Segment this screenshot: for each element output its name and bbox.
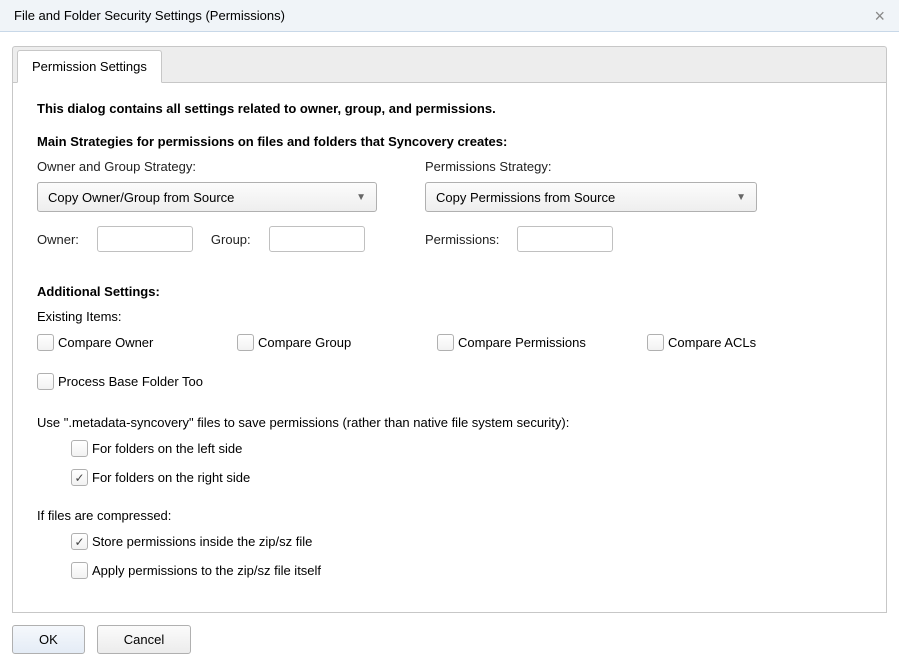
- metadata-options: For folders on the left side For folders…: [71, 440, 862, 486]
- checkbox-icon: [71, 440, 88, 457]
- compare-owner-checkbox[interactable]: Compare Owner: [37, 334, 197, 351]
- checkbox-label: Process Base Folder Too: [58, 374, 203, 389]
- group-label: Group:: [211, 232, 251, 247]
- owner-input[interactable]: [97, 226, 193, 252]
- content-wrap: Permission Settings This dialog contains…: [0, 32, 899, 662]
- folders-left-checkbox[interactable]: For folders on the left side: [71, 440, 242, 457]
- dialog-description: This dialog contains all settings relate…: [37, 101, 862, 116]
- existing-items-label: Existing Items:: [37, 309, 862, 324]
- compressed-intro: If files are compressed:: [37, 508, 862, 523]
- chevron-down-icon: ▼: [356, 192, 366, 203]
- compare-permissions-checkbox[interactable]: Compare Permissions: [437, 334, 607, 351]
- checkbox-label: Apply permissions to the zip/sz file its…: [92, 563, 321, 578]
- checkbox-icon: [237, 334, 254, 351]
- owner-group-strategy-dropdown[interactable]: Copy Owner/Group from Source ▼: [37, 182, 377, 212]
- owner-group-fields: Owner: Group:: [37, 226, 377, 252]
- tab-strip: Permission Settings: [12, 46, 887, 82]
- permissions-strategy-label: Permissions Strategy:: [425, 159, 757, 174]
- checkbox-label: Compare ACLs: [668, 335, 756, 350]
- tab-label: Permission Settings: [32, 59, 147, 74]
- compare-row: Compare Owner Compare Group Compare Perm…: [37, 334, 862, 351]
- ok-button[interactable]: OK: [12, 625, 85, 654]
- checkbox-label: Compare Permissions: [458, 335, 586, 350]
- titlebar: File and Folder Security Settings (Permi…: [0, 0, 899, 32]
- dropdown-value: Copy Permissions from Source: [436, 190, 615, 205]
- tab-panel: This dialog contains all settings relate…: [12, 82, 887, 613]
- button-label: OK: [39, 632, 58, 647]
- owner-group-strategy-label: Owner and Group Strategy:: [37, 159, 377, 174]
- strategy-row: Owner and Group Strategy: Copy Owner/Gro…: [37, 159, 862, 252]
- checkbox-icon: [647, 334, 664, 351]
- compare-acls-checkbox[interactable]: Compare ACLs: [647, 334, 756, 351]
- owner-label: Owner:: [37, 232, 79, 247]
- checkbox-icon: [37, 334, 54, 351]
- checkbox-label: Store permissions inside the zip/sz file: [92, 534, 312, 549]
- permissions-field: Permissions:: [425, 226, 757, 252]
- permissions-strategy-dropdown[interactable]: Copy Permissions from Source ▼: [425, 182, 757, 212]
- owner-group-col: Owner and Group Strategy: Copy Owner/Gro…: [37, 159, 377, 252]
- additional-settings-heading: Additional Settings:: [37, 284, 862, 299]
- dropdown-value: Copy Owner/Group from Source: [48, 190, 234, 205]
- checkbox-icon: [71, 533, 88, 550]
- main-strategies-heading: Main Strategies for permissions on files…: [37, 134, 862, 149]
- permissions-input[interactable]: [517, 226, 613, 252]
- checkbox-label: Compare Owner: [58, 335, 153, 350]
- compare-group-checkbox[interactable]: Compare Group: [237, 334, 397, 351]
- dialog-buttons: OK Cancel: [12, 625, 887, 654]
- close-icon[interactable]: ×: [874, 7, 885, 25]
- apply-to-zip-checkbox[interactable]: Apply permissions to the zip/sz file its…: [71, 562, 321, 579]
- checkbox-label: For folders on the left side: [92, 441, 242, 456]
- folders-right-checkbox[interactable]: For folders on the right side: [71, 469, 250, 486]
- checkbox-label: Compare Group: [258, 335, 351, 350]
- metadata-intro: Use ".metadata-syncovery" files to save …: [37, 415, 862, 430]
- chevron-down-icon: ▼: [736, 192, 746, 203]
- checkbox-icon: [37, 373, 54, 390]
- window-title: File and Folder Security Settings (Permi…: [14, 8, 285, 23]
- checkbox-icon: [437, 334, 454, 351]
- compressed-options: Store permissions inside the zip/sz file…: [71, 533, 862, 582]
- cancel-button[interactable]: Cancel: [97, 625, 191, 654]
- button-label: Cancel: [124, 632, 164, 647]
- tab-permission-settings[interactable]: Permission Settings: [17, 50, 162, 83]
- store-inside-zip-checkbox[interactable]: Store permissions inside the zip/sz file: [71, 533, 312, 550]
- checkbox-label: For folders on the right side: [92, 470, 250, 485]
- tab-container: Permission Settings This dialog contains…: [12, 46, 887, 613]
- group-input[interactable]: [269, 226, 365, 252]
- permissions-col: Permissions Strategy: Copy Permissions f…: [425, 159, 757, 252]
- checkbox-icon: [71, 562, 88, 579]
- checkbox-icon: [71, 469, 88, 486]
- permissions-field-label: Permissions:: [425, 232, 499, 247]
- process-base-folder-checkbox[interactable]: Process Base Folder Too: [37, 373, 203, 390]
